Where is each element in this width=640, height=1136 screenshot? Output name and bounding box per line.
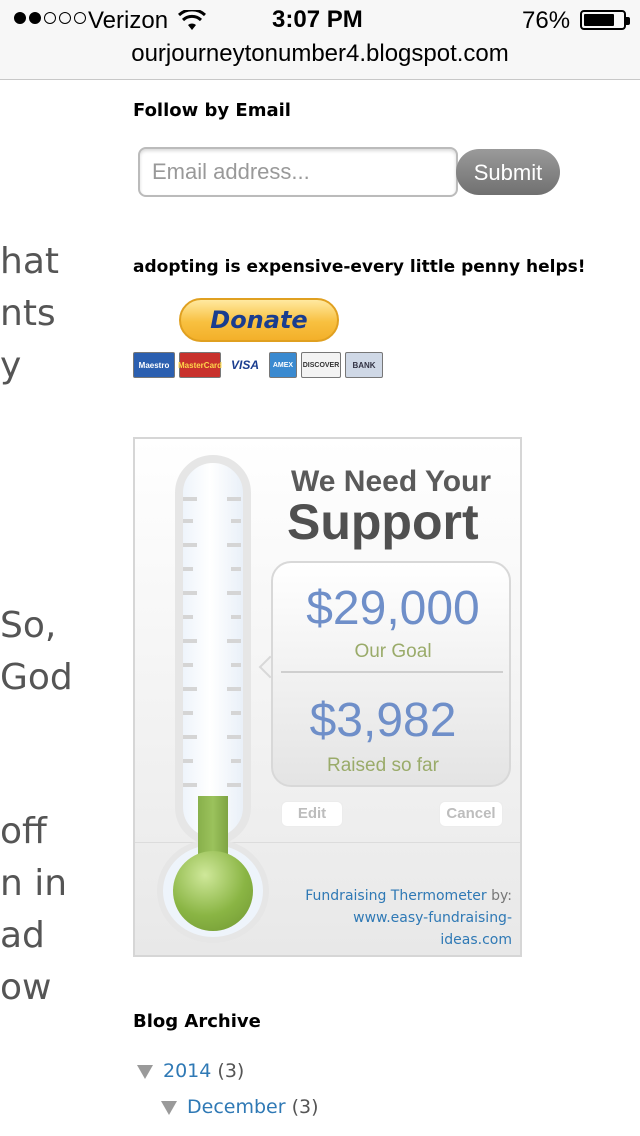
status-bar: Verizon 3:07 PM 76% — [0, 0, 640, 40]
blog-archive-title: Blog Archive — [133, 1011, 261, 1032]
tick-mark — [227, 497, 241, 501]
goal-bubble: $29,000 Our Goal $3,982 Raised so far — [271, 561, 511, 787]
post-fragment: hat — [0, 241, 59, 282]
tick-mark — [227, 639, 241, 643]
clock: 3:07 PM — [272, 6, 363, 33]
mastercard-card-icon: MasterCard — [178, 352, 222, 378]
tick-mark — [183, 687, 197, 691]
battery-icon — [580, 10, 630, 30]
thermometer-credit: Fundraising Thermometer by: www.easy-fun… — [282, 885, 512, 951]
tick-mark — [227, 543, 241, 547]
tick-mark — [231, 663, 241, 667]
carrier-name: Verizon — [88, 7, 169, 34]
wifi-icon — [178, 10, 206, 30]
post-body-clipped-middle: So, God — [0, 600, 90, 704]
post-fragment: y — [0, 345, 22, 386]
tick-mark — [183, 615, 193, 619]
archive-year-count: (3) — [217, 1060, 245, 1082]
email-field[interactable] — [138, 147, 458, 197]
post-body-clipped-bottom: off n in ad ow — [0, 806, 90, 1014]
tick-mark — [231, 759, 241, 763]
post-fragment: So, — [0, 605, 57, 646]
browser-top-bar: Verizon 3:07 PM 76% ourjourneytonumber4.… — [0, 0, 640, 80]
archive-year-row[interactable]: 2014 (3) — [137, 1060, 244, 1082]
goal-label: Our Goal — [354, 641, 432, 662]
bubble-divider — [281, 671, 503, 673]
tick-mark — [183, 519, 193, 523]
archive-month-link[interactable]: December — [187, 1096, 286, 1118]
maestro-card-icon: Maestro — [133, 352, 175, 378]
collapse-triangle-icon[interactable] — [161, 1100, 177, 1115]
donate-button[interactable]: Donate — [179, 298, 339, 342]
donate-title: adopting is expensive-every little penny… — [133, 257, 586, 277]
tick-mark — [183, 783, 197, 787]
tick-mark — [183, 663, 193, 667]
address-bar-url[interactable]: ourjourneytonumber4.blogspot.com — [0, 40, 640, 68]
tick-mark — [183, 759, 193, 763]
bank-card-icon: BANK — [345, 352, 383, 378]
credit-link[interactable]: Fundraising Thermometer — [305, 888, 486, 904]
tick-mark — [183, 567, 193, 571]
post-fragment: ow — [0, 967, 52, 1008]
tick-mark — [231, 711, 241, 715]
tick-mark — [183, 543, 197, 547]
headline-big: Support — [287, 494, 479, 550]
tick-mark — [227, 783, 241, 787]
post-fragment: n in — [0, 863, 68, 904]
fundraising-thermometer: We Need Your Support $29,000 Our Goal $3… — [133, 437, 522, 957]
archive-year-link[interactable]: 2014 — [163, 1060, 211, 1082]
tick-mark — [231, 567, 241, 571]
tick-mark — [183, 711, 193, 715]
post-body-clipped-top: hat nts y — [0, 236, 90, 392]
cancel-button[interactable]: Cancel — [439, 801, 503, 827]
thermometer-progress-fill — [198, 796, 228, 858]
battery-percent: 76% — [522, 7, 571, 34]
tick-mark — [183, 639, 197, 643]
amex-card-icon: AMEX — [269, 352, 297, 378]
post-fragment: God — [0, 657, 73, 698]
credit-site-link[interactable]: www.easy-fundraising-ideas.com — [353, 910, 512, 948]
tick-mark — [183, 735, 197, 739]
follow-by-email-title: Follow by Email — [133, 100, 291, 121]
post-fragment: ad — [0, 915, 45, 956]
archive-month-count: (3) — [291, 1096, 319, 1118]
tick-mark — [227, 735, 241, 739]
post-fragment: off — [0, 811, 47, 852]
thermometer-bulb — [173, 851, 253, 931]
tick-mark — [227, 687, 241, 691]
archive-month-row[interactable]: December (3) — [161, 1096, 319, 1118]
raised-amount: $3,982 — [309, 694, 457, 747]
discover-card-icon: DISCOVER — [301, 352, 341, 378]
collapse-triangle-icon[interactable] — [137, 1064, 153, 1079]
raised-label: Raised so far — [327, 755, 439, 776]
goal-amount: $29,000 — [306, 582, 480, 635]
post-fragment: nts — [0, 293, 56, 334]
submit-button[interactable]: Submit — [456, 149, 560, 195]
tick-mark — [231, 519, 241, 523]
signal-strength-icon — [14, 12, 86, 28]
tick-mark — [183, 497, 197, 501]
credit-by: by: — [486, 888, 512, 904]
visa-card-icon: VISA — [225, 352, 265, 378]
tick-mark — [183, 591, 197, 595]
payment-cards: Maestro MasterCard VISA AMEX DISCOVER BA… — [133, 352, 383, 380]
edit-button[interactable]: Edit — [281, 801, 343, 827]
tick-mark — [227, 591, 241, 595]
tick-mark — [231, 615, 241, 619]
